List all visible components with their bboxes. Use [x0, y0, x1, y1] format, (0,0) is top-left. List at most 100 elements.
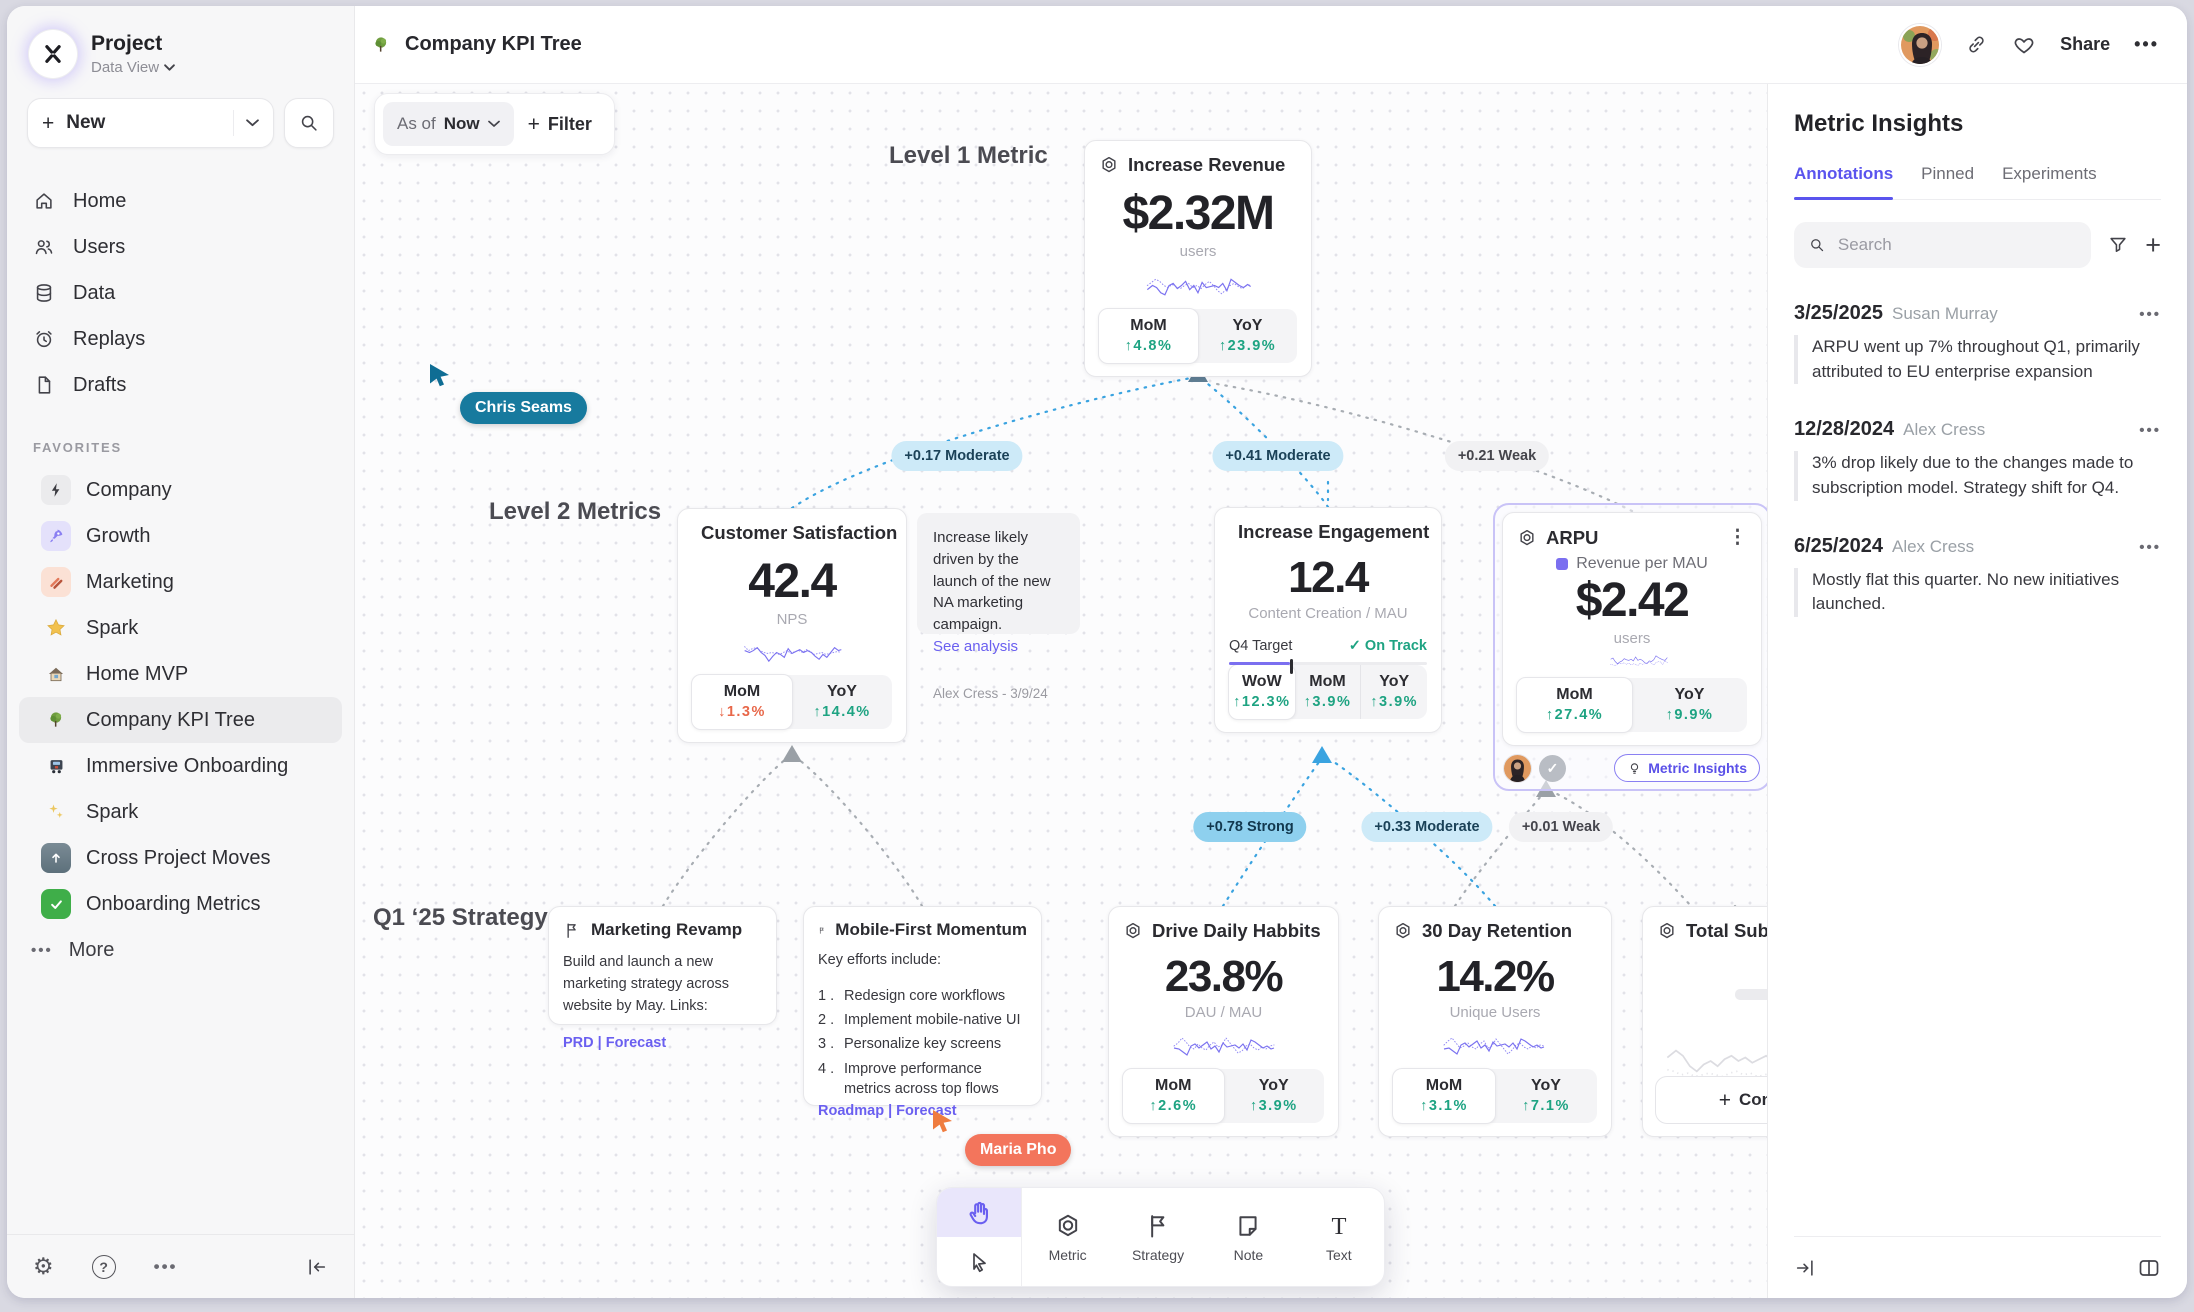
- stat-chip-mom[interactable]: MoM↓1.3%: [691, 674, 793, 730]
- sidebar-item-data[interactable]: Data: [7, 270, 354, 316]
- plus-icon: +: [528, 114, 540, 135]
- sidebar-item-home[interactable]: Home: [7, 178, 354, 224]
- stat-chip-yoy[interactable]: YoY↑14.4%: [792, 675, 892, 729]
- favorite-company-kpi-tree[interactable]: Company KPI Tree: [19, 697, 342, 743]
- split-view-icon[interactable]: [2137, 1256, 2161, 1280]
- help-icon[interactable]: ?: [92, 1255, 116, 1279]
- stat-chip-mom[interactable]: MoM↑4.8%: [1098, 308, 1199, 364]
- favorite-growth[interactable]: Growth: [19, 513, 342, 559]
- metric-hexagon-icon: [1657, 921, 1677, 941]
- strategy-card-mobile-first-momentum[interactable]: Mobile-First Momentum Key efforts includ…: [803, 906, 1042, 1106]
- favorite-marketing[interactable]: Marketing: [19, 559, 342, 605]
- favorite-spark[interactable]: Spark: [19, 605, 342, 651]
- as-of-label: As of: [397, 114, 436, 134]
- metric-title: Customer Satisfaction: [701, 522, 897, 544]
- favorite-home-mvp[interactable]: Home MVP: [19, 651, 342, 697]
- stat-chip-yoy[interactable]: YoY↑3.9%: [1360, 665, 1427, 719]
- legend-swatch: [1556, 558, 1568, 570]
- annotation-more-icon[interactable]: •••: [2139, 422, 2161, 439]
- metric-card-increase-revenue[interactable]: Increase Revenue $2.32M users MoM↑4.8% Y…: [1084, 140, 1312, 377]
- stat-chip-mom[interactable]: MoM↑3.1%: [1392, 1068, 1496, 1124]
- note-tool-button[interactable]: Note: [1203, 1188, 1293, 1286]
- file-icon: [33, 374, 55, 396]
- annotation-more-icon[interactable]: •••: [2139, 306, 2161, 323]
- annotation-more-icon[interactable]: •••: [2139, 539, 2161, 556]
- annotation-item[interactable]: 6/25/2024 Alex Cress ••• Mostly flat thi…: [1794, 535, 2161, 617]
- strategy-links[interactable]: PRD | Forecast: [563, 1035, 762, 1051]
- metric-card-arpu-selection[interactable]: ARPU⋮ Revenue per MAU $2.42 users MoM↑27…: [1493, 503, 1767, 791]
- metric-hexagon-icon: [1054, 1212, 1082, 1240]
- zap-icon: [41, 475, 71, 505]
- sidebar-item-users[interactable]: Users: [7, 224, 354, 270]
- strategy-tool-button[interactable]: Strategy: [1113, 1188, 1203, 1286]
- filter-funnel-icon[interactable]: [2107, 234, 2129, 256]
- stat-chip-yoy[interactable]: YoY↑23.9%: [1198, 309, 1297, 363]
- stat-chip-wow[interactable]: WoW↑12.3%: [1228, 664, 1296, 720]
- stat-chip-yoy[interactable]: YoY↑3.9%: [1224, 1069, 1325, 1123]
- sidebar-item-replays[interactable]: Replays: [7, 316, 354, 362]
- connect-data-button[interactable]: + Connec: [1655, 1076, 1767, 1124]
- favorite-heart-icon[interactable]: [2012, 33, 2036, 57]
- kebab-menu-icon[interactable]: ⋮: [1728, 526, 1747, 549]
- metric-card-arpu[interactable]: ARPU⋮ Revenue per MAU $2.42 users MoM↑27…: [1502, 512, 1762, 746]
- gear-icon[interactable]: ⚙: [33, 1255, 54, 1278]
- add-annotation-icon[interactable]: +: [2145, 232, 2161, 259]
- filter-button[interactable]: + Filter: [528, 114, 606, 135]
- as-of-dropdown[interactable]: As of Now: [383, 102, 514, 146]
- chevron-down-icon[interactable]: [246, 119, 259, 127]
- hand-tool-button[interactable]: [937, 1188, 1021, 1237]
- sidebar-more-button[interactable]: ••• More: [7, 927, 354, 973]
- tab-experiments[interactable]: Experiments: [2002, 164, 2096, 199]
- favorite-spark-2[interactable]: Spark: [19, 789, 342, 835]
- collaborator-avatar[interactable]: [1504, 755, 1531, 782]
- strategy-card-marketing-revamp[interactable]: Marketing Revamp Build and launch a new …: [548, 906, 777, 1025]
- select-cursor-icon: [967, 1250, 991, 1274]
- metric-card-total-subscriptions[interactable]: Total Subscript + Connec: [1642, 906, 1767, 1137]
- edge-label: +0.17 Moderate: [891, 441, 1022, 471]
- project-switcher[interactable]: Project Data View: [7, 6, 354, 88]
- metric-card-customer-satisfaction[interactable]: Customer Satisfaction 42.4 NPS MoM↓1.3% …: [677, 508, 907, 743]
- stat-chip-yoy[interactable]: YoY↑9.9%: [1632, 678, 1747, 732]
- metric-tool-button[interactable]: Metric: [1022, 1188, 1112, 1286]
- project-view-label: Data View: [91, 59, 159, 76]
- tab-annotations[interactable]: Annotations: [1794, 164, 1893, 199]
- favorite-company[interactable]: Company: [19, 467, 342, 513]
- note-see-analysis-link[interactable]: See analysis: [933, 636, 1064, 658]
- select-tool-button[interactable]: [937, 1237, 1021, 1286]
- metric-value: $2.42: [1517, 573, 1747, 628]
- share-button[interactable]: Share: [2060, 34, 2110, 55]
- favorite-onboarding-metrics[interactable]: Onboarding Metrics: [19, 881, 342, 927]
- metric-card-drive-daily-habbits[interactable]: Drive Daily Habbits 23.8% DAU / MAU MoM↑…: [1108, 906, 1339, 1137]
- train-icon: [41, 751, 71, 781]
- favorite-immersive-onboarding[interactable]: Immersive Onboarding: [19, 743, 342, 789]
- annotation-item[interactable]: 3/25/2025 Susan Murray ••• ARPU went up …: [1794, 302, 2161, 384]
- footer-more-icon[interactable]: •••: [154, 1257, 178, 1277]
- metric-card-30-day-retention[interactable]: 30 Day Retention 14.2% Unique Users MoM↑…: [1378, 906, 1612, 1137]
- avatar[interactable]: [1899, 24, 1941, 66]
- kpi-tree-canvas[interactable]: As of Now + Filter Level 1 Metric Level …: [355, 84, 1767, 1298]
- favorite-label: Home MVP: [86, 663, 188, 686]
- metric-card-increase-engagement[interactable]: Increase Engagement 12.4 Content Creatio…: [1214, 507, 1442, 733]
- stat-chip-yoy[interactable]: YoY↑7.1%: [1495, 1069, 1597, 1123]
- text-tool-button[interactable]: T Text: [1294, 1188, 1384, 1286]
- strategy-title: Mobile-First Momentum: [835, 920, 1027, 940]
- annotation-item[interactable]: 12/28/2024 Alex Cress ••• 3% drop likely…: [1794, 418, 2161, 500]
- metric-insights-button[interactable]: Metric Insights: [1614, 754, 1760, 782]
- new-button[interactable]: + New: [27, 98, 274, 148]
- annotation-search[interactable]: [1794, 222, 2091, 268]
- stat-chip-mom[interactable]: MoM↑2.6%: [1122, 1068, 1225, 1124]
- search-input[interactable]: [1836, 234, 2077, 256]
- sidebar-search-button[interactable]: [284, 98, 334, 148]
- favorite-cross-project-moves[interactable]: Cross Project Moves: [19, 835, 342, 881]
- annotation-date: 6/25/2024: [1794, 535, 1883, 558]
- sidebar-item-drafts[interactable]: Drafts: [7, 362, 354, 408]
- collapse-sidebar-icon[interactable]: [306, 1256, 328, 1278]
- copy-link-icon[interactable]: [1965, 33, 1988, 56]
- annotation-note[interactable]: Increase likely driven by the launch of …: [917, 513, 1080, 634]
- stat-chip-mom[interactable]: MoM↑3.9%: [1295, 665, 1361, 719]
- section-label-strategy: Q1 ‘25 Strategy: [373, 904, 548, 932]
- topbar-more-icon[interactable]: •••: [2134, 34, 2159, 55]
- tab-pinned[interactable]: Pinned: [1921, 164, 1974, 199]
- collapse-panel-icon[interactable]: [1794, 1257, 1816, 1279]
- stat-chip-mom[interactable]: MoM↑27.4%: [1516, 677, 1633, 733]
